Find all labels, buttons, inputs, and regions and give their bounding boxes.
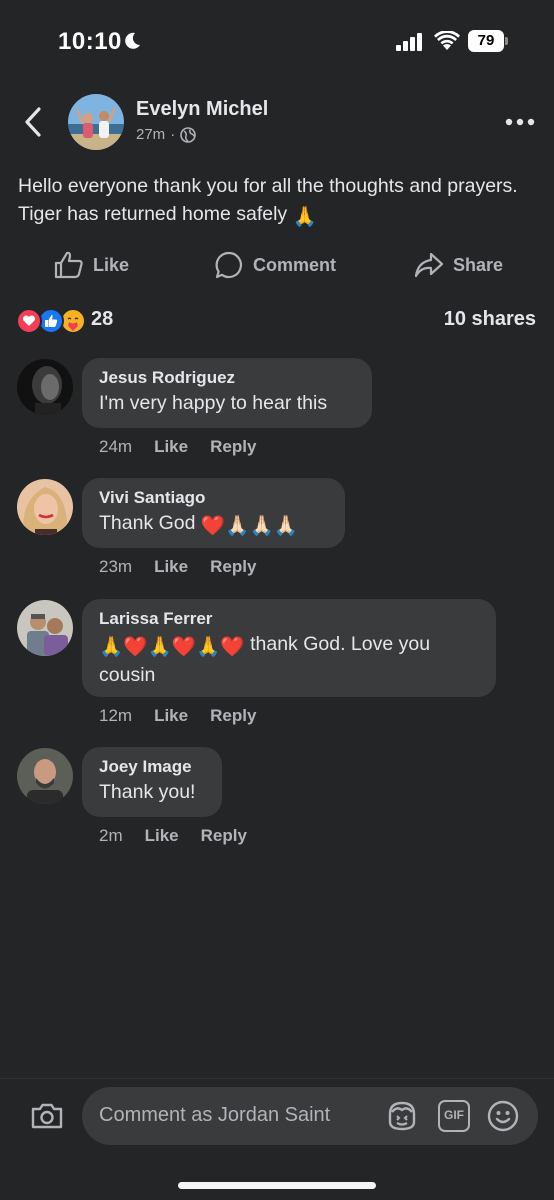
post-body: Hello everyone thank you for all the tho… — [18, 175, 518, 225]
meta-separator: · — [170, 126, 176, 143]
post-text: Hello everyone thank you for all the tho… — [18, 172, 538, 231]
share-button[interactable]: Share — [414, 248, 503, 282]
comment-like-button[interactable]: Like — [145, 826, 179, 846]
comment-like-button[interactable]: Like — [154, 437, 188, 457]
commenter-photo — [17, 479, 73, 535]
comment-body: Thank God — [99, 512, 196, 534]
comment-time[interactable]: 2m — [99, 826, 123, 846]
commenter-photo — [17, 748, 73, 804]
post-header: Evelyn Michel 27m · — [0, 88, 554, 156]
comment-bubble[interactable]: Vivi Santiago Thank God ❤️🙏🏻🙏🏻🙏🏻 — [82, 478, 345, 548]
battery-level: 79 — [468, 30, 504, 52]
globe-icon — [180, 126, 196, 143]
comment-emoji: 🙏❤️🙏❤️🙏❤️ — [99, 636, 245, 658]
commenter-avatar[interactable] — [17, 359, 73, 415]
like-label: Like — [93, 254, 130, 275]
commenter-avatar[interactable] — [17, 479, 73, 535]
comment-like-button[interactable]: Like — [154, 557, 188, 577]
post-meta: 27m · — [136, 126, 196, 143]
emoji-icon — [487, 1100, 519, 1132]
comment-button[interactable]: Comment — [214, 248, 336, 282]
comment-input[interactable]: Comment as Jordan Saint GIF — [82, 1087, 538, 1145]
comment-meta: 12m Like Reply — [99, 706, 256, 726]
comment-meta: 2m Like Reply — [99, 826, 247, 846]
comment-label: Comment — [253, 254, 337, 275]
share-label: Share — [453, 254, 504, 275]
back-button[interactable] — [16, 102, 50, 142]
commenter-name[interactable]: Vivi Santiago — [99, 487, 328, 509]
comment-reply-button[interactable]: Reply — [210, 437, 256, 457]
comment-composer: Comment as Jordan Saint GIF — [0, 1078, 554, 1200]
comment-reply-button[interactable]: Reply — [210, 706, 256, 726]
comment-emoji: ❤️🙏🏻🙏🏻🙏🏻 — [200, 515, 299, 537]
home-indicator[interactable] — [178, 1182, 376, 1189]
comment-bubble[interactable]: Joey Image Thank you! — [82, 747, 222, 817]
wifi-icon — [434, 31, 460, 50]
avatar-sticker-button[interactable] — [384, 1099, 420, 1133]
comment-reply-button[interactable]: Reply — [210, 557, 256, 577]
comment-text: I'm very happy to hear this — [99, 389, 355, 417]
comment-meta: 23m Like Reply — [99, 557, 256, 577]
commenter-photo — [17, 600, 73, 656]
comment-text: 🙏❤️🙏❤️🙏❤️ thank God. Love you cousin — [99, 630, 479, 689]
battery-tip — [505, 37, 508, 45]
comment-meta: 24m Like Reply — [99, 437, 256, 457]
moon-icon — [125, 32, 140, 49]
post-emoji: 🙏 — [292, 206, 317, 228]
status-bar: 10:10 79 — [0, 0, 554, 84]
comment-text: Thank you! — [99, 778, 205, 806]
post-actions: Like Comment Share — [0, 244, 554, 286]
comment-time[interactable]: 24m — [99, 437, 132, 457]
camera-button[interactable] — [28, 1099, 66, 1133]
like-button[interactable]: Like — [54, 248, 129, 282]
status-time: 10:10 — [58, 28, 122, 55]
comment-bubble[interactable]: Jesus Rodriguez I'm very happy to hear t… — [82, 358, 372, 428]
battery-indicator: 79 — [468, 30, 508, 52]
back-chevron-icon — [25, 107, 41, 137]
comment-placeholder: Comment as Jordan Saint — [99, 1104, 331, 1126]
comment-body: I'm very happy to hear this — [99, 392, 328, 414]
comment-body: Thank you! — [99, 781, 196, 803]
commenter-photo — [17, 359, 73, 415]
comment-bubble[interactable]: Larissa Ferrer 🙏❤️🙏❤️🙏❤️ thank God. Love… — [82, 599, 496, 697]
commenter-avatar[interactable] — [17, 748, 73, 804]
emoji-button[interactable] — [486, 1099, 520, 1133]
more-options-button[interactable] — [500, 110, 540, 134]
commenter-name[interactable]: Jesus Rodriguez — [99, 367, 355, 389]
commenter-name[interactable]: Joey Image — [99, 756, 205, 778]
comment-time[interactable]: 12m — [99, 706, 132, 726]
like-thumb-icon — [54, 251, 83, 279]
post-time[interactable]: 27m — [136, 126, 165, 143]
share-arrow-icon — [414, 252, 444, 278]
comment-bubble-icon — [215, 251, 242, 279]
reactions-summary[interactable]: 28 10 shares — [0, 304, 554, 338]
comment-time[interactable]: 23m — [99, 557, 132, 577]
commenter-avatar[interactable] — [17, 600, 73, 656]
gif-button[interactable]: GIF — [438, 1100, 470, 1132]
reaction-icons — [16, 308, 90, 334]
avatar-sticker-icon — [388, 1101, 416, 1131]
commenter-name[interactable]: Larissa Ferrer — [99, 608, 479, 630]
more-icon — [505, 118, 535, 126]
post-author-name[interactable]: Evelyn Michel — [136, 98, 268, 121]
comment-text: Thank God ❤️🙏🏻🙏🏻🙏🏻 — [99, 509, 328, 540]
shares-count[interactable]: 10 shares — [444, 308, 536, 331]
comment-like-button[interactable]: Like — [154, 706, 188, 726]
author-avatar[interactable] — [68, 94, 124, 150]
camera-icon — [31, 1103, 63, 1129]
love-reaction-icon — [16, 308, 42, 334]
author-photo — [68, 94, 124, 150]
cellular-signal-icon — [396, 33, 422, 51]
comment-reply-button[interactable]: Reply — [201, 826, 247, 846]
reaction-count[interactable]: 28 — [91, 308, 113, 331]
